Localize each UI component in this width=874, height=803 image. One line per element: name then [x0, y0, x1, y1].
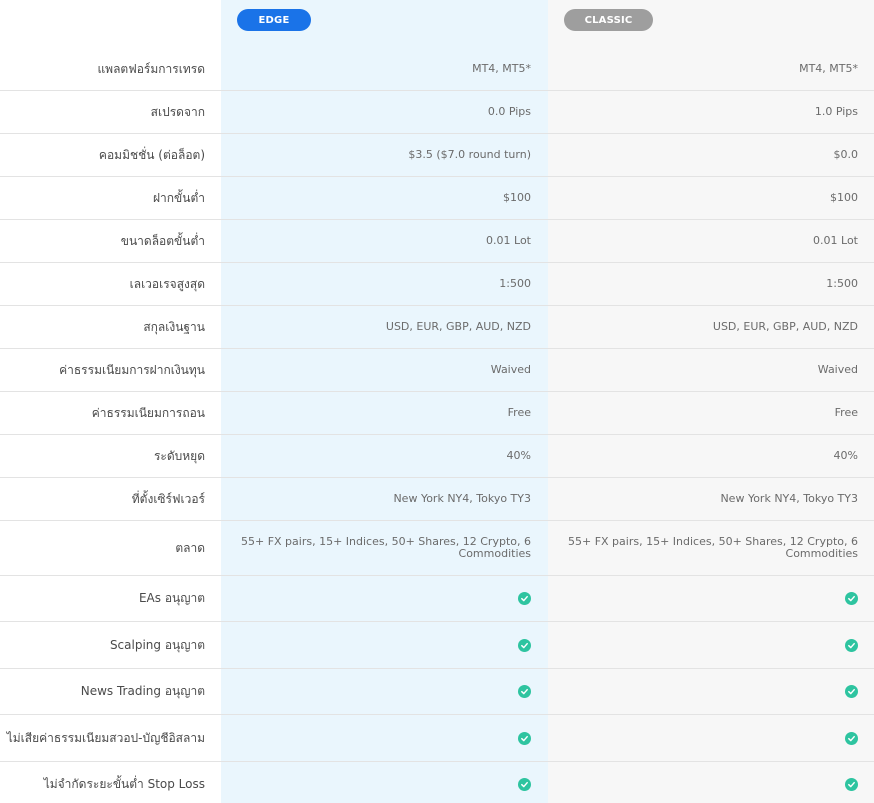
- classic-value: [548, 669, 874, 714]
- check-circle-icon: [518, 638, 531, 652]
- row-label: ค่าธรรมเนียมการฝากเงินทุน: [59, 362, 205, 377]
- account-type-header: EDGE CLASSIC: [0, 0, 874, 48]
- table-row: สกุลเงินฐาน USD, EUR, GBP, AUD, NZD USD,…: [0, 306, 874, 349]
- row-label: ไม่จำกัดระยะขั้นต่ำ Stop Loss: [43, 776, 205, 791]
- check-circle-icon: [845, 777, 858, 791]
- classic-value: $100: [830, 191, 858, 204]
- edge-value: 1:500: [499, 277, 531, 290]
- row-label: Scalping อนุญาต: [109, 637, 205, 652]
- check-circle-icon: [845, 638, 858, 652]
- table-row: แพลตฟอร์มการเทรด MT4, MT5* MT4, MT5*: [0, 48, 874, 91]
- comparison-table: แพลตฟอร์มการเทรด MT4, MT5* MT4, MT5* สเป…: [0, 48, 874, 803]
- table-row: ค่าธรรมเนียมการฝากเงินทุน Waived Waived: [0, 349, 874, 392]
- check-circle-icon: [518, 592, 531, 605]
- table-row: Scalping อนุญาต: [0, 622, 874, 669]
- classic-value: Free: [834, 406, 858, 419]
- edge-value: Free: [507, 406, 531, 419]
- row-label: ไม่เสียค่าธรรมเนียมสวอป-บัญชีอิสลาม: [6, 730, 205, 745]
- classic-value: 1:500: [826, 277, 858, 290]
- edge-account-button[interactable]: EDGE: [237, 9, 311, 31]
- row-label: สเปรดจาก: [150, 104, 205, 119]
- edge-value: 40%: [506, 449, 531, 462]
- table-row: ไม่จำกัดระยะขั้นต่ำ Stop Loss: [0, 762, 874, 803]
- table-row: ค่าธรรมเนียมการถอน Free Free: [0, 392, 874, 435]
- edge-value: Waived: [490, 363, 531, 376]
- edge-value: [221, 622, 548, 668]
- row-label: เลเวอเรจสูงสุด: [129, 276, 205, 291]
- row-label: News Trading อนุญาต: [80, 684, 205, 698]
- table-row: ที่ตั้งเซิร์ฟเวอร์ New York NY4, Tokyo T…: [0, 478, 874, 521]
- edge-value: New York NY4, Tokyo TY3: [393, 492, 531, 505]
- edge-value: USD, EUR, GBP, AUD, NZD: [385, 320, 531, 333]
- row-label: EAs อนุญาต: [138, 591, 205, 605]
- row-label: ระดับหยุด: [153, 448, 205, 463]
- row-label: ฝากขั้นต่ำ: [153, 190, 205, 205]
- table-row: ไม่เสียค่าธรรมเนียมสวอป-บัญชีอิสลาม: [0, 715, 874, 762]
- check-circle-icon: [845, 592, 858, 605]
- classic-value: [548, 762, 874, 803]
- edge-value: $100: [503, 191, 531, 204]
- edge-value: [221, 576, 548, 621]
- edge-value: [221, 669, 548, 714]
- table-row: EAs อนุญาต: [0, 576, 874, 622]
- check-circle-icon: [845, 685, 858, 698]
- row-label: ตลาด: [175, 540, 205, 555]
- table-row: สเปรดจาก 0.0 Pips 1.0 Pips: [0, 91, 874, 134]
- table-row: เลเวอเรจสูงสุด 1:500 1:500: [0, 263, 874, 306]
- row-label: ขนาดล็อตขั้นต่ำ: [120, 233, 205, 248]
- table-row: ขนาดล็อตขั้นต่ำ 0.01 Lot 0.01 Lot: [0, 220, 874, 263]
- check-circle-icon: [845, 731, 858, 745]
- edge-value: MT4, MT5*: [472, 62, 531, 75]
- classic-value: [548, 622, 874, 668]
- edge-value: [221, 762, 548, 803]
- classic-value: USD, EUR, GBP, AUD, NZD: [712, 320, 858, 333]
- row-label: คอมมิชชั่น (ต่อล็อต): [98, 147, 205, 162]
- table-row: ระดับหยุด 40% 40%: [0, 435, 874, 478]
- classic-value: Waived: [817, 363, 858, 376]
- classic-value: [548, 576, 874, 621]
- check-circle-icon: [518, 731, 531, 745]
- classic-value: [548, 715, 874, 761]
- check-circle-icon: [518, 777, 531, 791]
- classic-value: New York NY4, Tokyo TY3: [720, 492, 858, 505]
- classic-value: 55+ FX pairs, 15+ Indices, 50+ Shares, 1…: [567, 535, 858, 560]
- check-circle-icon: [518, 685, 531, 698]
- row-label: ที่ตั้งเซิร์ฟเวอร์: [131, 491, 205, 506]
- edge-value: 0.0 Pips: [487, 105, 531, 118]
- classic-value: $0.0: [833, 148, 859, 161]
- edge-value: 0.01 Lot: [486, 234, 531, 247]
- row-label: ค่าธรรมเนียมการถอน: [91, 405, 205, 420]
- edge-value: 55+ FX pairs, 15+ Indices, 50+ Shares, 1…: [240, 535, 531, 560]
- table-row: News Trading อนุญาต: [0, 669, 874, 715]
- classic-value: MT4, MT5*: [799, 62, 858, 75]
- edge-value: [221, 715, 548, 761]
- table-row: ฝากขั้นต่ำ $100 $100: [0, 177, 874, 220]
- table-row: คอมมิชชั่น (ต่อล็อต) $3.5 ($7.0 round tu…: [0, 134, 874, 177]
- classic-value: 40%: [833, 449, 858, 462]
- table-row: ตลาด 55+ FX pairs, 15+ Indices, 50+ Shar…: [0, 521, 874, 576]
- row-label: แพลตฟอร์มการเทรด: [97, 61, 205, 76]
- classic-account-button[interactable]: CLASSIC: [564, 9, 653, 31]
- classic-value: 1.0 Pips: [814, 105, 858, 118]
- edge-value: $3.5 ($7.0 round turn): [408, 148, 531, 161]
- row-label: สกุลเงินฐาน: [143, 319, 205, 334]
- classic-value: 0.01 Lot: [813, 234, 858, 247]
